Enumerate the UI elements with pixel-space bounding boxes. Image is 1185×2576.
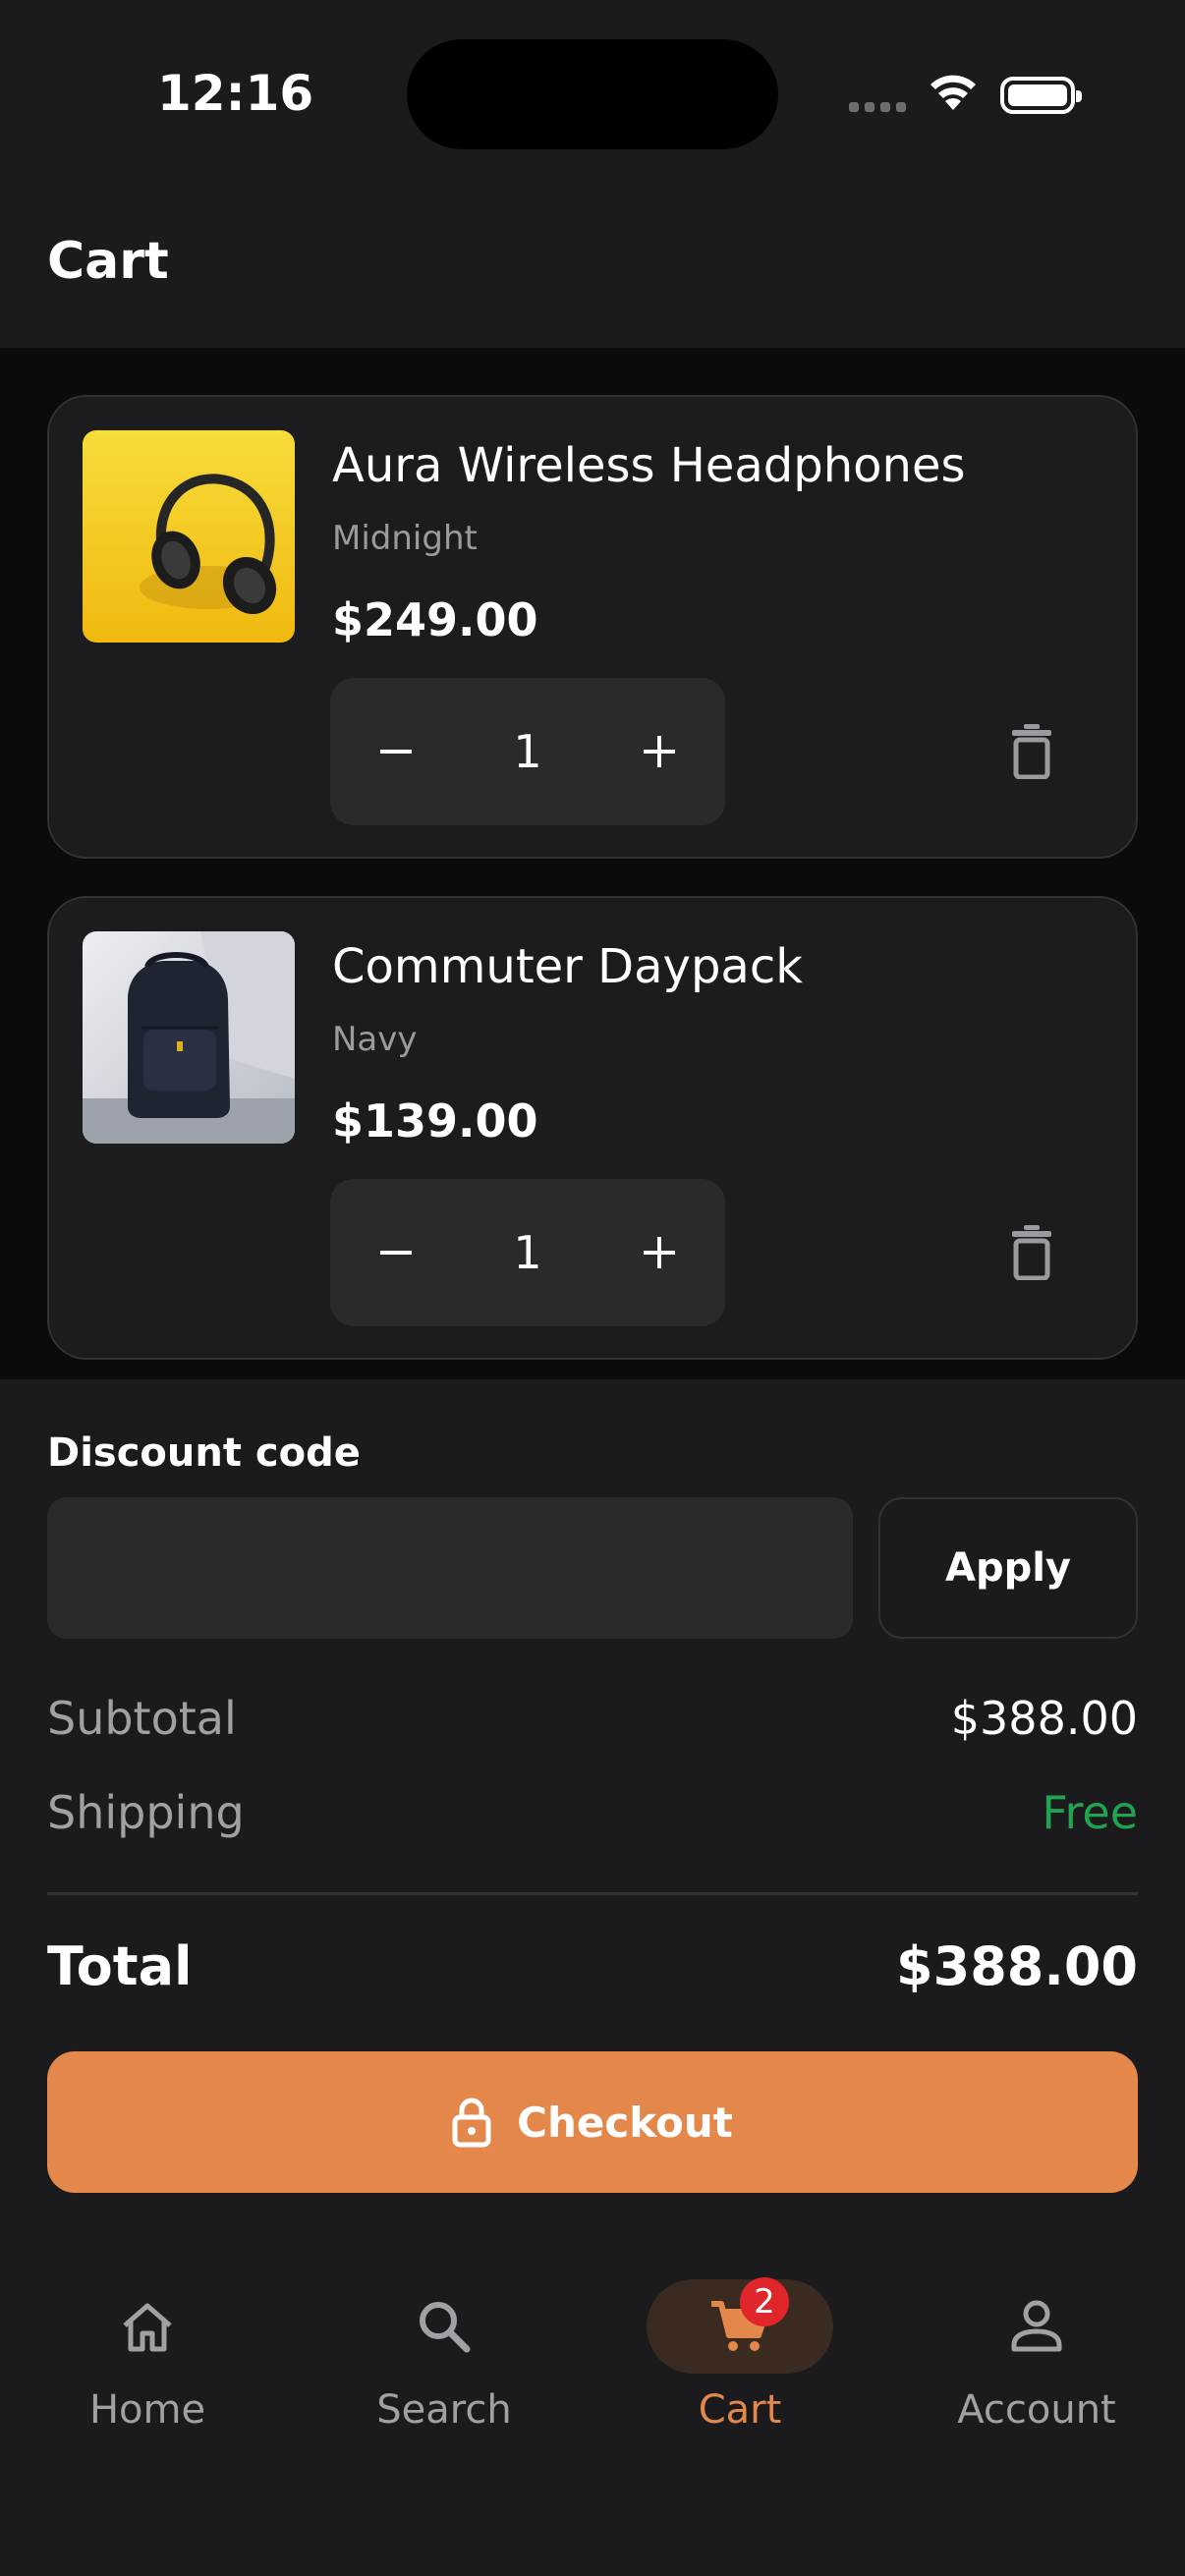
minus-icon [380, 750, 412, 754]
shipping-label: Shipping [47, 1786, 245, 1839]
shipping-row: Shipping Free [47, 1786, 1138, 1839]
item-price: $249.00 [332, 593, 538, 646]
plus-icon [644, 736, 675, 767]
subtotal-value: $388.00 [950, 1692, 1138, 1745]
item-name[interactable]: Aura Wireless Headphones [332, 438, 965, 493]
quantity-value: 1 [513, 725, 542, 778]
shipping-value: Free [1042, 1786, 1138, 1839]
cart-screen: 12:16 Cart Aura Wireless Headphones Midn… [0, 0, 1185, 2576]
trash-icon [1012, 1225, 1051, 1280]
dynamic-island [407, 39, 778, 149]
discount-code-label: Discount code [47, 1430, 361, 1476]
increase-quantity-button[interactable] [593, 678, 725, 825]
status-bar: 12:16 [0, 0, 1185, 187]
tab-home-label: Home [88, 2387, 206, 2433]
total-label: Total [47, 1935, 193, 1997]
page-title: Cart [47, 232, 169, 291]
decrease-quantity-button[interactable] [330, 1179, 462, 1326]
discount-code-input[interactable] [47, 1497, 853, 1639]
tab-account[interactable]: Account [899, 2250, 1174, 2466]
minus-icon [380, 1251, 412, 1255]
apply-discount-button[interactable]: Apply [878, 1497, 1138, 1639]
home-icon [123, 2303, 172, 2352]
product-thumbnail-headphones[interactable] [83, 430, 295, 643]
trash-icon [1012, 724, 1051, 779]
lock-icon [452, 2098, 491, 2148]
tab-cart[interactable]: Cart [602, 2250, 877, 2466]
cart-count-badge: 2 [740, 2277, 789, 2326]
remove-item-button[interactable] [992, 1212, 1071, 1291]
cart-item-card: Aura Wireless Headphones Midnight $249.0… [47, 395, 1138, 859]
product-thumbnail-backpack[interactable] [83, 931, 295, 1144]
subtotal-row: Subtotal $388.00 [47, 1692, 1138, 1745]
total-row: Total $388.00 [47, 1935, 1138, 1997]
quantity-stepper: 1 [330, 678, 725, 825]
remove-item-button[interactable] [992, 711, 1071, 790]
bottom-navigation: Home Search Cart 2 Account [0, 2250, 1185, 2576]
subtotal-label: Subtotal [47, 1692, 237, 1745]
checkout-button[interactable]: Checkout [47, 2051, 1138, 2193]
item-variant: Midnight [332, 519, 478, 558]
wifi-icon [931, 75, 976, 110]
total-value: $388.00 [896, 1935, 1138, 1997]
person-icon [1011, 2300, 1062, 2352]
tab-home[interactable]: Home [10, 2250, 285, 2466]
increase-quantity-button[interactable] [593, 1179, 725, 1326]
item-variant: Navy [332, 1020, 418, 1059]
tab-account-label: Account [957, 2387, 1116, 2433]
battery-icon [1000, 77, 1082, 114]
plus-icon [644, 1237, 675, 1268]
decrease-quantity-button[interactable] [330, 678, 462, 825]
tab-cart-label: Cart [698, 2387, 782, 2433]
cart-item-list[interactable]: Aura Wireless Headphones Midnight $249.0… [0, 348, 1185, 1379]
item-name[interactable]: Commuter Daypack [332, 939, 803, 994]
quantity-value: 1 [513, 1226, 542, 1279]
item-price: $139.00 [332, 1094, 538, 1148]
summary-divider [47, 1892, 1138, 1895]
quantity-stepper: 1 [330, 1179, 725, 1326]
checkout-label: Checkout [517, 2098, 733, 2147]
search-icon [420, 2302, 471, 2353]
tab-search-label: Search [376, 2387, 512, 2433]
cart-item-card: Commuter Daypack Navy $139.00 1 [47, 896, 1138, 1360]
tab-search[interactable]: Search [307, 2250, 582, 2466]
status-time: 12:16 [157, 65, 314, 122]
cellular-signal-icon [849, 102, 906, 112]
